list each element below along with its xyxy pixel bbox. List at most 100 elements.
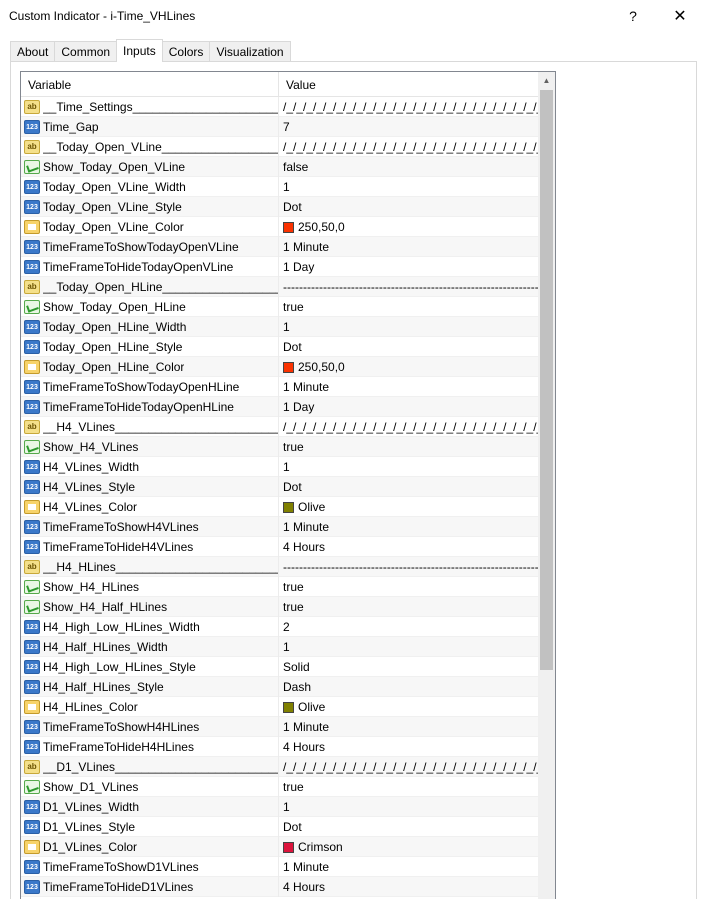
value-text: 7 [283,120,290,134]
value-cell[interactable]: 1 [279,457,539,477]
variable-name: __D1_VLines_____________________________… [43,760,278,774]
value-cell[interactable]: true [279,577,539,597]
integer-icon: 123 [24,200,40,214]
table-row[interactable]: 123 H4_Half_HLines_Style Dash [21,677,539,697]
value-cell[interactable]: true [279,297,539,317]
table-row[interactable]: H4_HLines_Color Olive [21,697,539,717]
table-row[interactable]: 123 TimeFrameToShowH4HLines 1 Minute [21,717,539,737]
tab-visualization[interactable]: Visualization [209,41,291,62]
tab-about[interactable]: About [10,41,56,62]
value-cell[interactable]: Dot [279,817,539,837]
table-row[interactable]: 123 TimeFrameToShowH4VLines 1 Minute [21,517,539,537]
table-row[interactable]: Show_H4_VLines true [21,437,539,457]
tab-colors[interactable]: Colors [161,41,211,62]
table-row[interactable]: 123 H4_High_Low_HLines_Width 2 [21,617,539,637]
value-cell[interactable]: 4 Hours [279,877,539,897]
variable-cell: Today_Open_VLine_Color [21,217,279,237]
table-row[interactable]: 123 H4_VLines_Width 1 [21,457,539,477]
value-cell[interactable]: 1 [279,177,539,197]
value-cell[interactable]: /_/_/_/_/_/_/_/_/_/_/_/_/_/_/_/_/_/_/_/_… [279,137,539,157]
table-row[interactable]: 123 Today_Open_HLine_Width 1 [21,317,539,337]
value-cell[interactable]: Dash [279,677,539,697]
value-cell[interactable]: true [279,597,539,617]
table-row[interactable]: 123 Today_Open_VLine_Width 1 [21,177,539,197]
table-row[interactable]: 123 Today_Open_VLine_Style Dot [21,197,539,217]
table-row[interactable]: 123 TimeFrameToShowTodayOpenVLine 1 Minute [21,237,539,257]
value-cell[interactable]: /_/_/_/_/_/_/_/_/_/_/_/_/_/_/_/_/_/_/_/_… [279,417,539,437]
table-row[interactable]: Show_D1_VLines true [21,777,539,797]
table-row[interactable]: Show_Today_Open_VLine false [21,157,539,177]
table-row[interactable]: 123 D1_VLines_Width 1 [21,797,539,817]
value-cell[interactable]: Crimson [279,837,539,857]
value-cell[interactable]: /_/_/_/_/_/_/_/_/_/_/_/_/_/_/_/_/_/_/_/_… [279,757,539,777]
value-cell[interactable]: Dot [279,197,539,217]
value-cell[interactable]: true [279,437,539,457]
value-cell[interactable]: 2 [279,617,539,637]
table-row[interactable]: ab__H4_VLines___________________________… [21,417,539,437]
help-button[interactable]: ? [610,0,656,32]
table-row[interactable]: 123 TimeFrameToHideH4VLines 4 Hours [21,537,539,557]
table-row[interactable]: 123 H4_VLines_Style Dot [21,477,539,497]
value-cell[interactable]: 1 Minute [279,717,539,737]
table-row[interactable]: Show_Today_Open_HLine true [21,297,539,317]
variable-cell: ab__H4_VLines___________________________… [21,417,279,437]
table-row[interactable]: Today_Open_VLine_Color 250,50,0 [21,217,539,237]
value-cell[interactable]: 1 [279,317,539,337]
table-row[interactable]: Show_H4_Half_HLines true [21,597,539,617]
table-row[interactable]: Show_H4_HLines true [21,577,539,597]
table-row[interactable]: ab__Today_Open_HLine____________________… [21,277,539,297]
value-cell[interactable]: 250,50,0 [279,357,539,377]
column-header-variable[interactable]: Variable [21,72,279,97]
scroll-up-arrow-icon[interactable]: ▲ [538,72,555,89]
table-row[interactable]: ab__Today_Open_VLine____________________… [21,137,539,157]
close-button[interactable]: ✕ [657,0,703,32]
value-cell[interactable]: 1 Day [279,257,539,277]
value-cell[interactable]: 1 Day [279,397,539,417]
table-row[interactable]: 123 H4_Half_HLines_Width 1 [21,637,539,657]
table-row[interactable]: 123 TimeFrameToShowTodayOpenHLine 1 Minute [21,377,539,397]
value-cell[interactable]: true [279,777,539,797]
table-row[interactable]: ab__H4_HLines___________________________… [21,557,539,577]
value-cell[interactable]: 1 Minute [279,517,539,537]
integer-icon: 123 [24,620,40,634]
value-cell[interactable]: Dot [279,477,539,497]
value-cell[interactable]: Olive [279,497,539,517]
table-row[interactable]: 123 D1_VLines_Style Dot [21,817,539,837]
table-row[interactable]: 123 H4_High_Low_HLines_Style Solid [21,657,539,677]
value-cell[interactable]: false [279,157,539,177]
value-cell[interactable]: 1 Minute [279,237,539,257]
tab-common[interactable]: Common [54,41,118,62]
table-row[interactable]: ab__D1_VLines___________________________… [21,757,539,777]
value-cell[interactable]: Olive [279,697,539,717]
value-cell[interactable]: 1 [279,797,539,817]
table-row[interactable]: 123 TimeFrameToShowD1VLines 1 Minute [21,857,539,877]
value-cell[interactable]: 1 Minute [279,857,539,877]
table-row[interactable]: 123 TimeFrameToHideTodayOpenHLine 1 Day [21,397,539,417]
value-text: Dot [283,200,302,214]
value-cell[interactable]: Solid [279,657,539,677]
value-cell[interactable]: ----------------------------------------… [279,557,539,577]
value-cell[interactable]: 4 Hours [279,737,539,757]
tab-inputs[interactable]: Inputs [116,39,163,62]
value-cell[interactable]: 1 [279,637,539,657]
table-row[interactable]: 123 TimeFrameToHideTodayOpenVLine 1 Day [21,257,539,277]
vertical-scrollbar[interactable]: ▲ [538,72,555,899]
table-row[interactable]: D1_VLines_Color Crimson [21,837,539,857]
value-cell[interactable]: 250,50,0 [279,217,539,237]
table-row[interactable]: 123 TimeFrameToHideH4HLines 4 Hours [21,737,539,757]
table-row[interactable]: Today_Open_HLine_Color 250,50,0 [21,357,539,377]
value-cell[interactable]: Dot [279,337,539,357]
column-header-value[interactable]: Value [279,72,539,97]
value-cell[interactable]: ----------------------------------------… [279,277,539,297]
table-row[interactable]: H4_VLines_Color Olive [21,497,539,517]
scrollbar-thumb[interactable] [540,90,553,670]
table-row[interactable]: 123 Time_Gap 7 [21,117,539,137]
table-row[interactable]: ab__Time_Settings_______________________… [21,97,539,117]
value-cell[interactable]: /_/_/_/_/_/_/_/_/_/_/_/_/_/_/_/_/_/_/_/_… [279,97,539,117]
value-cell[interactable]: 4 Hours [279,537,539,557]
value-cell[interactable]: 7 [279,117,539,137]
integer-icon: 123 [24,680,40,694]
table-row[interactable]: 123 Today_Open_HLine_Style Dot [21,337,539,357]
table-row[interactable]: 123 TimeFrameToHideD1VLines 4 Hours [21,877,539,897]
value-cell[interactable]: 1 Minute [279,377,539,397]
